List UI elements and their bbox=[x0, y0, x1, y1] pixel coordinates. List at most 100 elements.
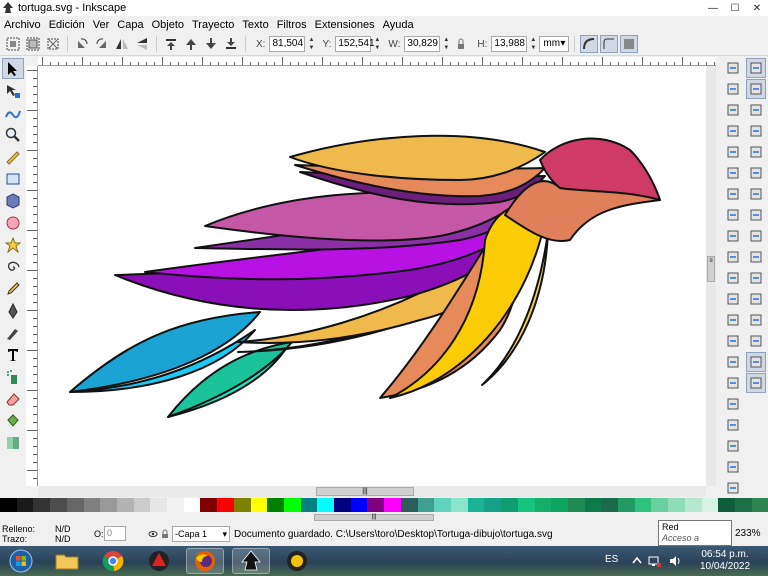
select-all-button[interactable] bbox=[4, 35, 22, 53]
start-button[interactable] bbox=[2, 548, 40, 574]
eraser-tool[interactable] bbox=[2, 388, 24, 409]
palette-swatch[interactable] bbox=[317, 498, 335, 512]
palette-swatch[interactable] bbox=[718, 498, 735, 512]
palette-swatch[interactable] bbox=[668, 498, 685, 512]
pen-tool[interactable] bbox=[2, 300, 24, 321]
palette-swatch[interactable] bbox=[551, 498, 568, 512]
snap-cusp-toggle[interactable] bbox=[746, 205, 766, 225]
scale-stroke-button[interactable] bbox=[580, 35, 599, 53]
lower-to-bottom-button[interactable] bbox=[222, 35, 240, 53]
spiral-tool[interactable] bbox=[2, 256, 24, 277]
palette-swatch[interactable] bbox=[651, 498, 669, 512]
measure-tool[interactable] bbox=[2, 146, 24, 167]
vertical-scroll-thumb[interactable]: ≡ bbox=[707, 256, 715, 282]
color-palette[interactable] bbox=[0, 498, 768, 512]
cut-button[interactable] bbox=[723, 247, 743, 267]
lower-button[interactable] bbox=[202, 35, 220, 53]
w-spinner[interactable]: ▲ ▼ bbox=[442, 36, 450, 52]
import-button[interactable] bbox=[723, 142, 743, 162]
snap-nodes-toggle[interactable] bbox=[746, 142, 766, 162]
snap-bbox-corner-toggle[interactable] bbox=[746, 121, 766, 141]
taskbar-explorer[interactable] bbox=[48, 548, 86, 574]
gradient-tool[interactable] bbox=[2, 432, 24, 453]
palette-swatch[interactable] bbox=[534, 498, 552, 512]
minimize-button[interactable]: — bbox=[702, 0, 724, 16]
snap-center-toggle[interactable] bbox=[746, 268, 766, 288]
zoom-page-button[interactable] bbox=[723, 331, 743, 351]
y-spinner[interactable]: ▲ ▼ bbox=[373, 36, 381, 52]
snap-guide-toggle[interactable] bbox=[746, 373, 766, 393]
tray-arrow-icon[interactable] bbox=[630, 554, 644, 568]
snap-midpoint-toggle[interactable] bbox=[746, 247, 766, 267]
palette-swatch[interactable] bbox=[701, 498, 719, 512]
palette-swatch[interactable] bbox=[150, 498, 168, 512]
ellipse-tool[interactable] bbox=[2, 212, 24, 233]
palette-swatch[interactable] bbox=[283, 498, 301, 512]
paste-button[interactable] bbox=[723, 268, 743, 288]
menu-archivo[interactable]: Archivo bbox=[0, 19, 45, 31]
ungroup-button[interactable] bbox=[723, 436, 743, 456]
menu-objeto[interactable]: Objeto bbox=[148, 19, 188, 31]
snap-toggle-toggle[interactable] bbox=[746, 58, 766, 78]
palette-swatch[interactable] bbox=[183, 498, 201, 512]
palette-swatch[interactable] bbox=[567, 498, 585, 512]
snap-page-toggle[interactable] bbox=[746, 331, 766, 351]
export-button[interactable] bbox=[723, 163, 743, 183]
palette-swatch[interactable] bbox=[350, 498, 368, 512]
move-gradients-button[interactable] bbox=[620, 35, 639, 53]
open-button[interactable] bbox=[723, 79, 743, 99]
rotate-cw-button[interactable] bbox=[93, 35, 111, 53]
menu-edicion[interactable]: Edición bbox=[45, 19, 89, 31]
spray-tool[interactable] bbox=[2, 366, 24, 387]
flip-vertical-button[interactable] bbox=[133, 35, 151, 53]
x-field[interactable]: 81,504 bbox=[269, 36, 306, 52]
rectangle-tool[interactable] bbox=[2, 168, 24, 189]
raise-button[interactable] bbox=[182, 35, 200, 53]
menu-texto[interactable]: Texto bbox=[238, 19, 272, 31]
duplicate-button[interactable] bbox=[723, 352, 743, 372]
unlink-clone-button[interactable] bbox=[723, 394, 743, 414]
menu-capa[interactable]: Capa bbox=[113, 19, 147, 31]
palette-swatch[interactable] bbox=[484, 498, 502, 512]
palette-swatch[interactable] bbox=[133, 498, 151, 512]
network-icon[interactable] bbox=[648, 554, 662, 568]
palette-swatch[interactable] bbox=[334, 498, 351, 512]
palette-swatch[interactable] bbox=[50, 498, 67, 512]
w-field[interactable]: 30,829 bbox=[404, 36, 441, 52]
palette-swatch[interactable] bbox=[517, 498, 535, 512]
y-field[interactable]: 152,541 bbox=[335, 36, 375, 52]
flip-horizontal-button[interactable] bbox=[113, 35, 131, 53]
vertical-scrollbar[interactable]: ≡ bbox=[706, 66, 716, 486]
taskbar-inkscape[interactable] bbox=[232, 548, 270, 574]
taskbar-app-yellow[interactable] bbox=[278, 548, 316, 574]
undo-button[interactable] bbox=[723, 184, 743, 204]
zoom-field[interactable]: 233% bbox=[735, 528, 761, 539]
palette-swatch[interactable] bbox=[66, 498, 84, 512]
palette-swatch[interactable] bbox=[300, 498, 318, 512]
pencil-tool[interactable] bbox=[2, 278, 24, 299]
rotate-ccw-button[interactable] bbox=[73, 35, 91, 53]
tweak-tool[interactable] bbox=[2, 102, 24, 123]
palette-swatch[interactable] bbox=[267, 498, 284, 512]
fill-stroke-button[interactable] bbox=[723, 457, 743, 477]
snap-smooth-toggle[interactable] bbox=[746, 226, 766, 246]
save-button[interactable] bbox=[723, 100, 743, 120]
palette-swatch[interactable] bbox=[434, 498, 451, 512]
3d-box-tool[interactable] bbox=[2, 190, 24, 211]
text-tool[interactable] bbox=[2, 344, 24, 365]
palette-swatch[interactable] bbox=[16, 498, 34, 512]
palette-swatch[interactable] bbox=[250, 498, 268, 512]
palette-swatch[interactable] bbox=[751, 498, 768, 512]
palette-scroll-thumb[interactable]: ||| bbox=[314, 514, 434, 521]
horizontal-scrollbar[interactable]: ||| bbox=[38, 486, 706, 497]
redo-button[interactable] bbox=[723, 205, 743, 225]
palette-swatch[interactable] bbox=[684, 498, 702, 512]
palette-swatch[interactable] bbox=[634, 498, 652, 512]
scale-corners-button[interactable] bbox=[600, 35, 619, 53]
x-spinner[interactable]: ▲ ▼ bbox=[307, 36, 315, 52]
group-button[interactable] bbox=[723, 415, 743, 435]
selector-tool[interactable] bbox=[2, 58, 24, 79]
layer-visibility-icon[interactable] bbox=[148, 529, 158, 539]
layer-selector[interactable]: -Capa 1 ▾ bbox=[172, 526, 230, 542]
bucket-tool[interactable] bbox=[2, 410, 24, 431]
